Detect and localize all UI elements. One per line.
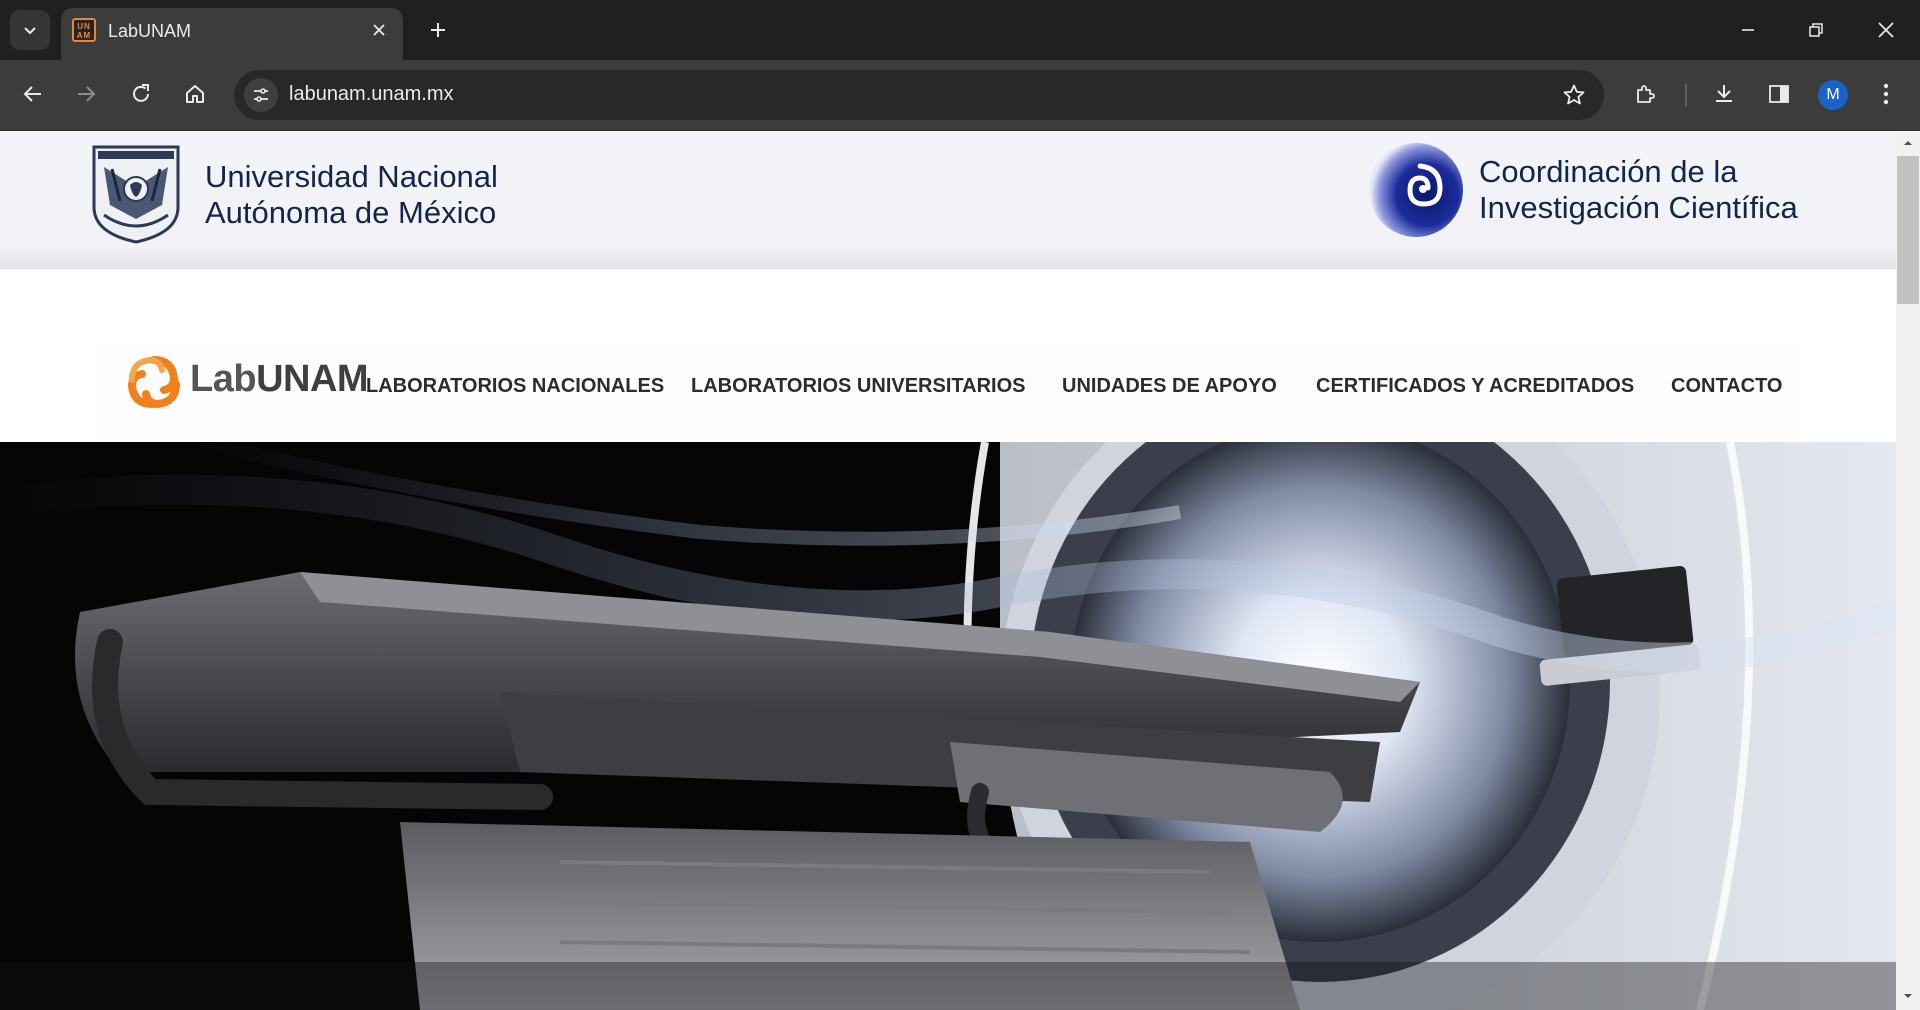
new-tab-button[interactable] xyxy=(420,12,456,48)
arrow-right-icon xyxy=(78,86,96,102)
cic-name[interactable]: Coordinación de la Investigación Científ… xyxy=(1479,154,1798,226)
restore-icon xyxy=(1809,23,1823,37)
labunam-favicon-icon: UN AM xyxy=(72,18,96,42)
tab-search-button[interactable] xyxy=(10,10,50,50)
more-vert-icon xyxy=(1883,83,1889,105)
arrow-left-icon xyxy=(23,86,41,102)
nav-contacto[interactable]: CONTACTO xyxy=(1671,375,1782,398)
unam-name-line1: Universidad Nacional xyxy=(205,159,498,194)
nav-certificados-y-acreditados[interactable]: CERTIFICADOS Y ACREDITADOS xyxy=(1316,375,1634,398)
institutional-header: Universidad Nacional Autónoma de México … xyxy=(0,132,1896,269)
browser-toolbar: labunam.unam.mx M xyxy=(0,60,1920,131)
bookmark-button[interactable] xyxy=(1558,79,1590,111)
tab-strip: UN AM LabUNAM xyxy=(0,0,1920,60)
puzzle-icon xyxy=(1637,85,1655,103)
unam-shield-icon[interactable] xyxy=(90,145,182,244)
tab-title: LabUNAM xyxy=(108,21,192,41)
downloads-button[interactable] xyxy=(1704,74,1744,114)
toolbar-divider xyxy=(1685,84,1687,106)
download-icon xyxy=(1716,85,1732,102)
extensions-button[interactable] xyxy=(1626,74,1666,114)
home-icon xyxy=(186,85,204,103)
tab-close-button[interactable] xyxy=(367,18,391,42)
unam-name-line2: Autónoma de México xyxy=(205,195,497,230)
close-window-button[interactable] xyxy=(1852,0,1920,60)
url-text[interactable]: labunam.unam.mx xyxy=(289,83,454,106)
active-tab[interactable]: UN AM LabUNAM xyxy=(61,8,403,60)
tune-icon xyxy=(254,88,268,102)
labunam-wordmark[interactable]: LabUNAM xyxy=(190,358,369,401)
hero-banner xyxy=(0,442,1896,1010)
wordmark-lab: Lab xyxy=(190,358,257,400)
close-icon xyxy=(373,24,385,36)
side-panel-button[interactable] xyxy=(1759,74,1799,114)
minimize-icon xyxy=(1742,29,1754,31)
mri-scanner-image xyxy=(0,442,1896,1010)
unam-name[interactable]: Universidad Nacional Autónoma de México xyxy=(205,159,498,231)
minimize-button[interactable] xyxy=(1714,0,1782,60)
star-icon xyxy=(1563,84,1585,105)
profile-avatar[interactable]: M xyxy=(1818,80,1848,110)
page-viewport: Universidad Nacional Autónoma de México … xyxy=(0,132,1896,1010)
scroll-up-arrow-icon[interactable] xyxy=(1902,137,1914,149)
cic-name-line1: Coordinación de la xyxy=(1479,154,1738,189)
wordmark-unam: UNAM xyxy=(256,358,369,400)
forward-button[interactable] xyxy=(66,74,106,114)
reload-icon xyxy=(133,84,149,102)
site-info-button[interactable] xyxy=(244,78,278,112)
side-panel-icon xyxy=(1769,85,1789,103)
address-bar[interactable]: labunam.unam.mx xyxy=(234,70,1604,120)
scrollbar-thumb[interactable] xyxy=(1897,156,1919,304)
plus-icon xyxy=(431,23,445,37)
reload-button[interactable] xyxy=(121,74,161,114)
scroll-down-arrow-icon[interactable] xyxy=(1902,990,1914,1002)
back-button[interactable] xyxy=(13,74,53,114)
labunam-swirl-logo-icon[interactable] xyxy=(124,352,184,412)
close-icon xyxy=(1878,22,1894,38)
home-button[interactable] xyxy=(175,74,215,114)
nav-laboratorios-universitarios[interactable]: LABORATORIOS UNIVERSITARIOS xyxy=(691,375,1025,398)
cic-name-line2: Investigación Científica xyxy=(1479,190,1798,225)
cic-spiral-logo-icon[interactable] xyxy=(1368,142,1464,238)
restore-button[interactable] xyxy=(1782,0,1850,60)
nav-unidades-de-apoyo[interactable]: UNIDADES DE APOYO xyxy=(1062,375,1277,398)
chevron-down-icon xyxy=(24,27,36,35)
nav-laboratorios-nacionales[interactable]: LABORATORIOS NACIONALES xyxy=(366,375,664,398)
menu-button[interactable] xyxy=(1866,74,1906,114)
